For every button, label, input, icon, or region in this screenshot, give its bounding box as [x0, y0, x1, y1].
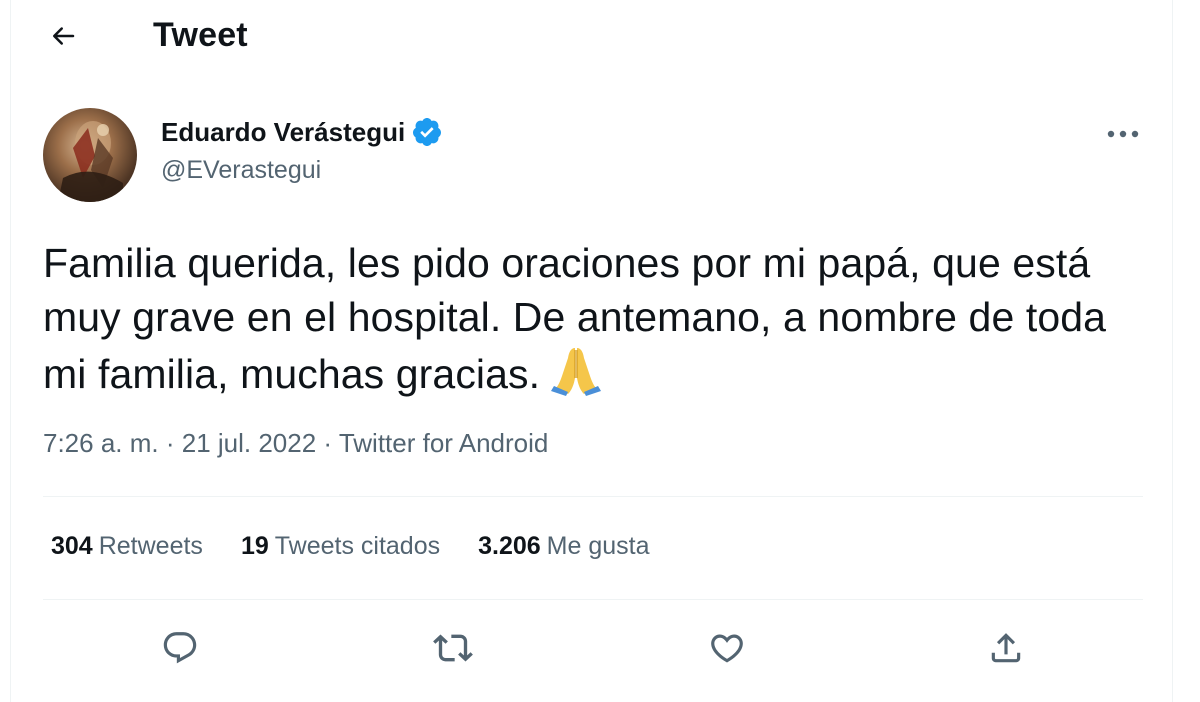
folded-hands-icon [548, 344, 604, 396]
tweet-page: Tweet Eduardo Verástegui @EVerastegui Fa… [10, 0, 1173, 702]
share-icon [991, 633, 1021, 663]
reply-icon [163, 632, 197, 664]
stat-count: 19 [240, 532, 269, 560]
retweet-icon [433, 634, 473, 662]
tweet-text: Familia querida, les pido oraciones por … [43, 236, 1143, 401]
arrow-left-icon [53, 27, 75, 45]
divider [43, 496, 1143, 497]
like-icon [711, 634, 743, 663]
verified-badge-icon [411, 116, 443, 148]
stat-label: Retweets [98, 532, 203, 560]
avatar[interactable] [43, 108, 137, 202]
quote-tweets-stat[interactable]: 19 Tweets citados [241, 532, 440, 561]
share-button[interactable] [978, 620, 1034, 676]
tweet-time[interactable]: 7:26 a. m. [43, 428, 159, 458]
author-handle[interactable]: @EVerastegui [161, 156, 443, 185]
more-options-button[interactable] [1099, 114, 1147, 154]
author-info: Eduardo Verástegui @EVerastegui [161, 114, 443, 185]
divider [43, 599, 1143, 600]
meta-separator: · [158, 428, 182, 458]
back-button[interactable] [41, 14, 85, 58]
stat-count: 304 [51, 532, 93, 560]
likes-stat[interactable]: 3.206 Me gusta [478, 532, 649, 561]
page-header: Tweet [11, 0, 1172, 72]
stat-label: Me gusta [546, 532, 650, 560]
meta-separator: · [316, 428, 339, 458]
stat-label: Tweets citados [274, 532, 441, 560]
tweet-source[interactable]: Twitter for Android [339, 428, 549, 458]
author-display-name[interactable]: Eduardo Verástegui [161, 117, 405, 148]
tweet-metadata: 7:26 a. m. · 21 jul. 2022 · Twitter for … [43, 428, 548, 459]
retweet-button[interactable] [425, 620, 481, 676]
tweet-stats: 304 Retweets 19 Tweets citados 3.206 Me gus… [51, 532, 688, 561]
like-button[interactable] [699, 620, 755, 676]
retweets-stat[interactable]: 304 Retweets [51, 532, 203, 561]
reply-button[interactable] [152, 620, 208, 676]
avatar-image [58, 121, 123, 202]
stat-count: 3.206 [478, 532, 541, 560]
more-horizontal-icon [1107, 130, 1139, 138]
page-title: Tweet [153, 16, 248, 54]
tweet-date[interactable]: 21 jul. 2022 [182, 428, 316, 458]
